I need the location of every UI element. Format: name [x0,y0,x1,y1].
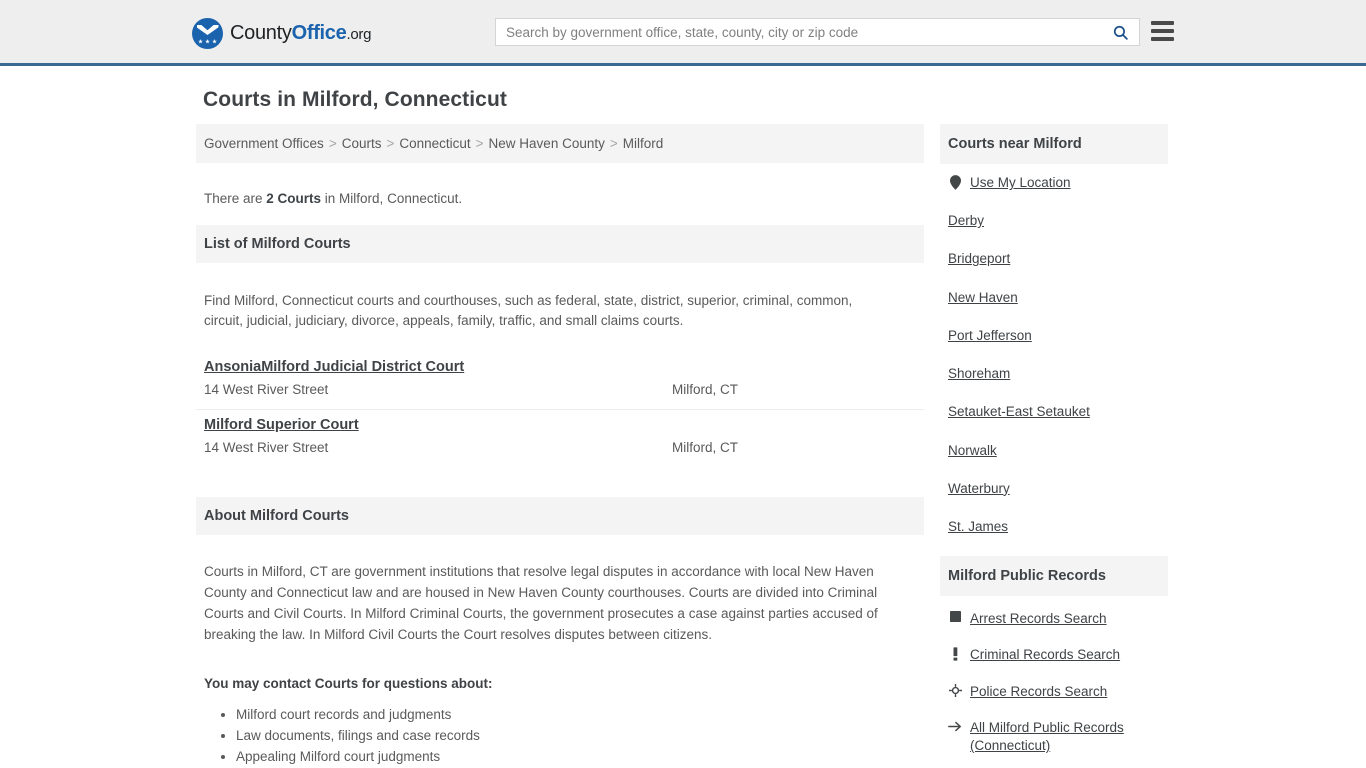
sidebar-link-label[interactable]: New Haven [948,289,1018,307]
logo-wordmark: CountyOffice.org [230,22,371,45]
sidebar-link-label[interactable]: Waterbury [948,480,1010,498]
breadcrumb-item-milford[interactable]: Milford [623,136,664,151]
breadcrumb-item-connecticut[interactable]: Connecticut [399,136,470,151]
court-meta: 14 West River Street Milford, CT [204,440,916,455]
sidebar-item-derby[interactable]: Derby [948,212,1160,230]
hamburger-menu-icon-bar-1 [1151,21,1174,25]
sidebar-link-label[interactable]: Criminal Records Search [970,646,1120,664]
list-section: List of Milford Courts Find Milford, Con… [196,225,924,467]
sidebar-item-shoreham[interactable]: Shoreham [948,365,1160,383]
main-content: Government Offices > Courts > Connecticut > Ne… [196,124,924,768]
sidebar-link-label[interactable]: Bridgeport [948,250,1010,268]
breadcrumb-separator: > [475,136,484,151]
contact-questions-list: Milford court records and judgments Law … [196,704,924,768]
sidebar-link-label[interactable]: Norwalk [948,442,997,460]
sidebar-item-norwalk[interactable]: Norwalk [948,442,1160,460]
search-button[interactable] [1101,19,1139,45]
sidebar-nearby-header: Courts near Milford [940,124,1168,164]
search-icon [1113,25,1128,40]
list-section-heading: List of Milford Courts [204,236,351,252]
sidebar-item-use-my-location[interactable]: Use My Location [948,174,1160,192]
breadcrumb-item-courts[interactable]: Courts [342,136,382,151]
sidebar-public-records-header: Milford Public Records [940,556,1168,597]
site-logo[interactable]: CountyOffice.org [192,18,371,49]
sidebar-nearby-links: Use My Location Derby Bridgeport New Hav… [940,164,1168,536]
sidebar-item-police-records-search[interactable]: Police Records Search [948,683,1160,701]
map-pin-icon [948,174,962,190]
sidebar-link-label[interactable]: Port Jefferson [948,327,1032,345]
about-section-header: About Milford Courts [196,496,924,535]
about-section-body: Courts in Milford, CT are government ins… [204,564,878,643]
arrow-right-icon [948,719,962,733]
logo-text-org: .org [346,26,372,43]
breadcrumb-separator: > [609,136,618,151]
count-suffix: in Milford, Connecticut. [321,190,463,206]
eagle-stars-logo-icon [192,18,223,49]
list-item: Appealing Milford court judgments [236,746,924,767]
sidebar-nearby-heading: Courts near Milford [948,136,1082,152]
sidebar-link-label[interactable]: Use My Location [970,174,1071,192]
sidebar-item-setauket-east-setauket[interactable]: Setauket-East Setauket [948,403,1160,421]
sidebar-link-label[interactable]: Setauket-East Setauket [948,403,1090,421]
sidebar-item-st-james[interactable]: St. James [948,518,1160,536]
breadcrumb: Government Offices > Courts > Connecticut > Ne… [196,124,924,163]
contact-questions-title: You may contact Courts for questions abo… [204,675,493,691]
court-address: 14 West River Street [204,381,329,397]
sidebar-item-new-haven[interactable]: New Haven [948,289,1160,307]
logo-text-office: Office [291,22,347,44]
list-section-header: List of Milford Courts [196,225,924,263]
sidebar-link-label[interactable]: St. James [948,518,1008,536]
table-row: Milford Superior Court 14 West River Str… [196,410,924,467]
court-list: AnsoniaMilford Judicial District Court 1… [196,352,924,467]
breadcrumb-separator: > [328,136,337,151]
about-section-heading: About Milford Courts [204,507,349,524]
breadcrumb-item-government-offices[interactable]: Government Offices [204,136,324,151]
search-input[interactable] [496,19,1101,45]
search-bar[interactable] [495,18,1140,46]
sidebar-link-label[interactable]: Shoreham [948,365,1010,383]
results-count-line: There are 2 Courts in Milford, Connectic… [196,177,924,212]
about-section: About Milford Courts Courts in Milford, … [196,496,924,768]
crosshair-target-icon [948,683,962,697]
sidebar-link-label[interactable]: Police Records Search [970,683,1107,701]
count-prefix: There are [204,190,267,206]
court-name-link[interactable]: Milford Superior Court [204,417,359,433]
exclamation-icon [948,646,962,662]
breadcrumb-separator: > [386,136,395,151]
list-item: Law documents, filings and case records [236,725,924,746]
hamburger-menu-icon-bar-2 [1151,29,1174,33]
hamburger-menu-icon-bar-3 [1151,37,1174,41]
sidebar: Courts near Milford Use My Location Derb… [940,124,1168,768]
site-header: CountyOffice.org [0,0,1366,66]
table-row: AnsoniaMilford Judicial District Court 1… [196,352,924,410]
court-name-link[interactable]: AnsoniaMilford Judicial District Court [204,359,464,375]
sidebar-item-port-jefferson[interactable]: Port Jefferson [948,327,1160,345]
court-meta: 14 West River Street Milford, CT [204,382,916,397]
sidebar-link-label[interactable]: All Milford Public Records (Connecticut) [970,719,1160,755]
sidebar-link-label[interactable]: Arrest Records Search [970,610,1107,628]
sidebar-item-waterbury[interactable]: Waterbury [948,480,1160,498]
sidebar-item-bridgeport[interactable]: Bridgeport [948,250,1160,268]
sidebar-item-arrest-records-search[interactable]: Arrest Records Search [948,610,1160,628]
list-section-intro: Find Milford, Connecticut courts and cou… [204,292,853,329]
sidebar-public-records-links: Arrest Records Search Criminal Records S… [940,596,1168,755]
sidebar-public-records-heading: Milford Public Records [948,568,1106,585]
court-city-state: Milford, CT [672,439,739,455]
page-title: Courts in Milford, Connecticut [203,88,507,111]
sidebar-item-all-public-records[interactable]: All Milford Public Records (Connecticut) [948,719,1160,755]
list-item: Milford court records and judgments [236,704,924,725]
court-address: 14 West River Street [204,439,329,455]
filled-square-icon [948,610,962,623]
count-value: 2 Courts [266,190,322,206]
sidebar-item-criminal-records-search[interactable]: Criminal Records Search [948,646,1160,664]
hamburger-menu-button[interactable] [1151,19,1174,43]
logo-text-county: County [230,22,292,44]
breadcrumb-item-new-haven-county[interactable]: New Haven County [489,136,605,151]
sidebar-link-label[interactable]: Derby [948,212,984,230]
court-city-state: Milford, CT [672,381,739,397]
